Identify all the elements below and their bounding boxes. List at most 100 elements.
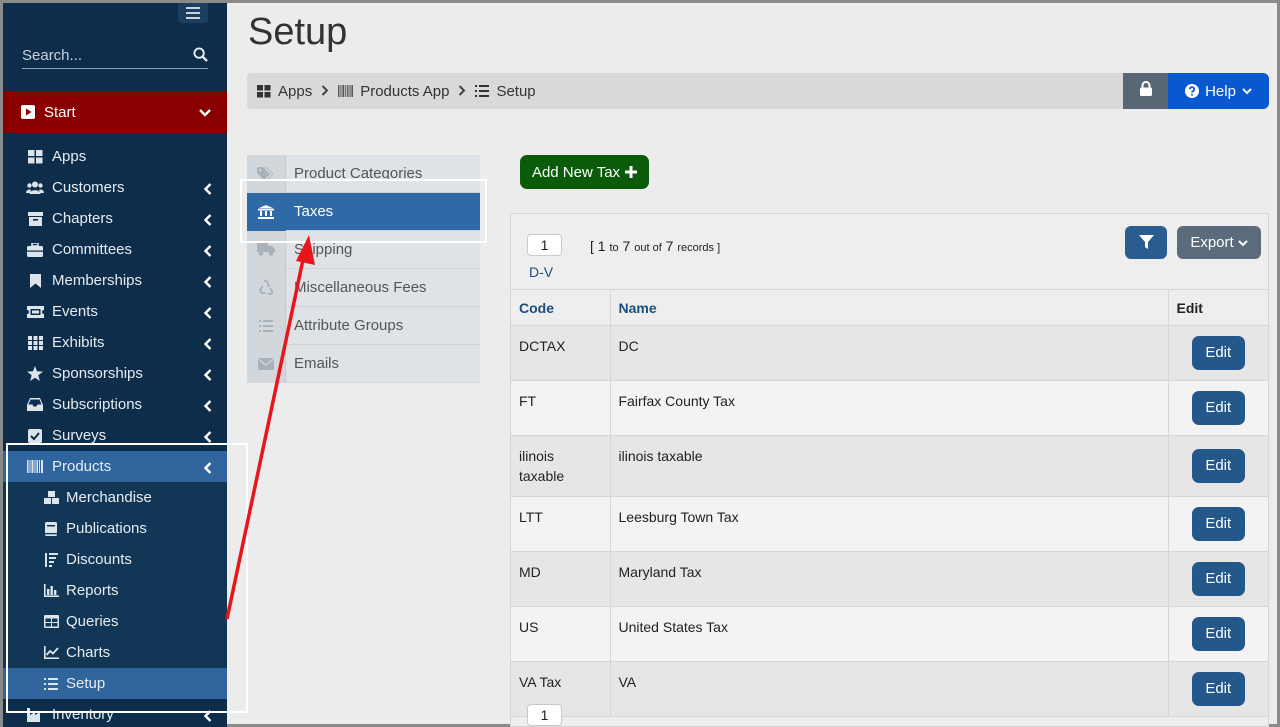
export-label: Export xyxy=(1190,234,1234,251)
table-header-row: Code Name Edit xyxy=(511,289,1268,326)
cell-name: ilinois taxable xyxy=(610,435,1169,497)
breadcrumb-products-app[interactable]: Products App xyxy=(338,83,449,100)
sidebar-item-apps[interactable]: Apps xyxy=(3,141,227,172)
ticket-icon xyxy=(25,304,45,320)
list-icon xyxy=(247,306,286,345)
sidebar-item-label: Events xyxy=(52,303,98,320)
cell-code: DCTAX xyxy=(511,325,611,381)
filter-icon xyxy=(1138,235,1154,250)
sidebar-item-products[interactable]: Products xyxy=(3,451,227,482)
sidebar-item-exhibits[interactable]: Exhibits xyxy=(3,327,227,358)
sidebar-start[interactable]: Start xyxy=(3,91,227,133)
sidebar-item-customers[interactable]: Customers xyxy=(3,172,227,203)
help-button[interactable]: Help xyxy=(1168,73,1269,109)
sidebar-item-label: Exhibits xyxy=(52,334,105,351)
sidebar-subitem-setup[interactable]: Setup xyxy=(3,668,227,699)
industry-icon xyxy=(25,707,45,723)
edit-button[interactable]: Edit xyxy=(1191,449,1245,483)
star-icon xyxy=(25,366,45,382)
line-chart-icon xyxy=(41,645,61,661)
sidebar-item-sponsorships[interactable]: Sponsorships xyxy=(3,358,227,389)
records-mid: 7 xyxy=(622,238,631,254)
truck-icon xyxy=(247,230,286,269)
records-total: 7 xyxy=(665,238,674,254)
table-row: LTT Leesburg Town Tax Edit xyxy=(511,496,1268,552)
chevron-left-icon xyxy=(203,337,212,354)
setup-item-label: Shipping xyxy=(294,241,353,258)
table-row: MD Maryland Tax Edit xyxy=(511,551,1268,607)
cell-name: VA xyxy=(610,661,1169,717)
dv-link[interactable]: D-V xyxy=(529,264,553,280)
sidebar-item-label: Merchandise xyxy=(66,489,152,506)
breadcrumb-apps[interactable]: Apps xyxy=(257,83,312,100)
setup-menu: Product Categories Taxes Shipping Miscel… xyxy=(247,154,480,383)
play-square-icon xyxy=(21,105,35,119)
breadcrumb-label: Products App xyxy=(360,82,450,100)
sidebar-item-committees[interactable]: Committees xyxy=(3,234,227,265)
sidebar-subitem-publications[interactable]: Publications xyxy=(3,513,227,544)
sidebar-item-memberships[interactable]: Memberships xyxy=(3,265,227,296)
edit-button[interactable]: Edit xyxy=(1191,672,1245,706)
hamburger-menu-icon[interactable] xyxy=(178,3,208,23)
search-input[interactable] xyxy=(22,43,182,67)
sidebar-item-subscriptions[interactable]: Subscriptions xyxy=(3,389,227,420)
edit-button[interactable]: Edit xyxy=(1191,507,1245,541)
chevron-left-icon xyxy=(203,306,212,323)
sidebar-item-events[interactable]: Events xyxy=(3,296,227,327)
briefcase-icon xyxy=(25,242,45,258)
sidebar-subitem-discounts[interactable]: Discounts xyxy=(3,544,227,575)
setup-item-label: Taxes xyxy=(294,203,334,220)
edit-button[interactable]: Edit xyxy=(1191,336,1245,370)
column-header-name[interactable]: Name xyxy=(610,289,1169,326)
setup-item-miscellaneous-fees[interactable]: Miscellaneous Fees xyxy=(247,268,480,307)
lock-button[interactable] xyxy=(1123,73,1168,109)
check-square-icon xyxy=(25,428,45,444)
barcode-icon xyxy=(25,459,45,475)
add-new-tax-label: Add New Tax xyxy=(531,163,621,181)
barcode-icon xyxy=(338,85,354,97)
setup-item-taxes[interactable]: Taxes xyxy=(247,192,480,231)
setup-item-shipping[interactable]: Shipping xyxy=(247,230,480,269)
sort-icon xyxy=(41,552,61,568)
setup-item-product-categories[interactable]: Product Categories xyxy=(247,154,480,193)
cell-edit: Edit xyxy=(1168,325,1268,381)
cell-edit: Edit xyxy=(1168,606,1268,662)
column-header-code[interactable]: Code xyxy=(511,289,611,326)
chevron-left-icon xyxy=(203,430,212,447)
chevron-down-icon xyxy=(1242,87,1252,95)
sidebar-item-surveys[interactable]: Surveys xyxy=(3,420,227,451)
sidebar-subitem-reports[interactable]: Reports xyxy=(3,575,227,606)
sidebar-subitem-charts[interactable]: Charts xyxy=(3,637,227,668)
sidebar-item-chapters[interactable]: Chapters xyxy=(3,203,227,234)
cell-code: US xyxy=(511,606,611,662)
bookmark-icon xyxy=(25,273,45,289)
edit-button[interactable]: Edit xyxy=(1191,617,1245,651)
table-row: ilinois taxable ilinois taxable Edit xyxy=(511,435,1268,497)
sidebar-subitem-merchandise[interactable]: Merchandise xyxy=(3,482,227,513)
edit-button[interactable]: Edit xyxy=(1191,391,1245,425)
export-button[interactable]: Export xyxy=(1177,226,1261,259)
add-new-tax-button[interactable]: Add New Tax xyxy=(520,155,649,189)
edit-button[interactable]: Edit xyxy=(1191,562,1245,596)
setup-item-attribute-groups[interactable]: Attribute Groups xyxy=(247,306,480,345)
sidebar-item-inventory[interactable]: Inventory xyxy=(3,699,227,727)
page-number-input[interactable]: 1 xyxy=(527,234,562,256)
grid-icon xyxy=(257,84,271,98)
help-label: Help xyxy=(1205,82,1236,100)
chevron-right-icon xyxy=(321,84,329,99)
breadcrumb-setup[interactable]: Setup xyxy=(475,82,536,100)
sidebar-subitem-queries[interactable]: Queries xyxy=(3,606,227,637)
filter-button[interactable] xyxy=(1125,226,1167,259)
cubes-icon xyxy=(41,490,61,506)
page-number-input-bottom[interactable]: 1 xyxy=(527,704,562,726)
setup-item-label: Product Categories xyxy=(294,165,423,182)
breadcrumb-label: Setup xyxy=(496,82,536,100)
lock-icon xyxy=(1139,81,1152,101)
setup-item-emails[interactable]: Emails xyxy=(247,344,480,383)
plus-icon xyxy=(625,166,638,178)
tags-icon xyxy=(247,154,286,193)
list-icon xyxy=(41,676,61,692)
search-icon[interactable] xyxy=(193,47,208,67)
inbox-icon xyxy=(25,397,45,413)
recycle-icon xyxy=(247,268,286,307)
